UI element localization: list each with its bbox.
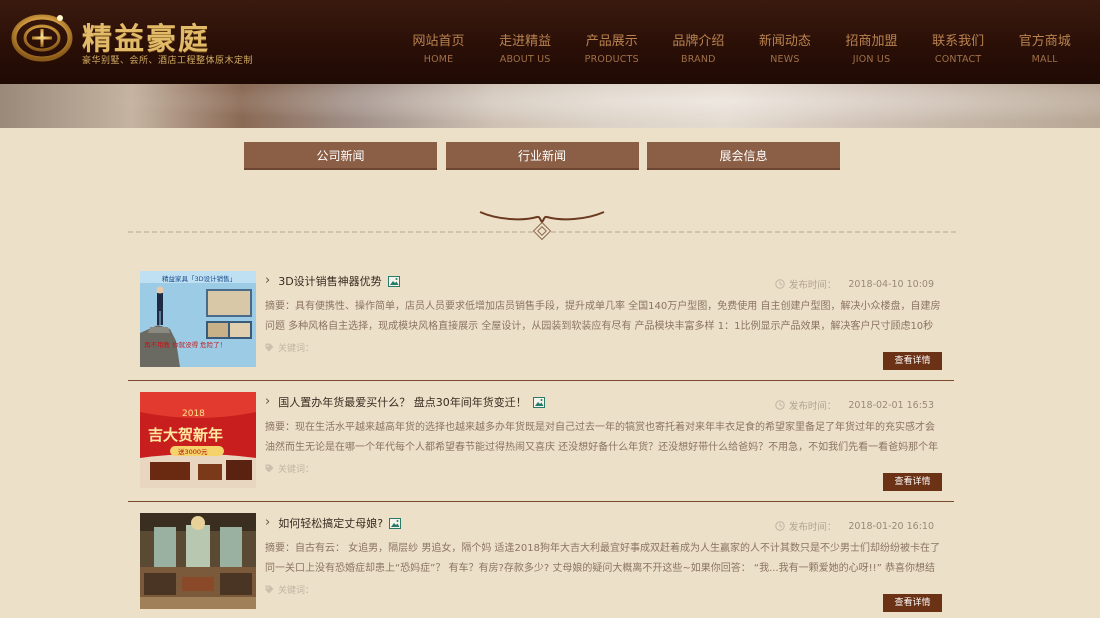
nav-label-cn: 产品展示 — [585, 34, 638, 49]
view-details-button[interactable]: 查看详情 — [883, 473, 942, 491]
nav-label-en: ABOUT US — [499, 54, 551, 65]
view-details-button[interactable]: 查看详情 — [883, 594, 942, 612]
thumb-caption-top: 精益家具「3D设计销售」 — [162, 274, 236, 283]
clock-icon — [775, 521, 785, 531]
date-label: 发布时间： — [788, 280, 837, 291]
clock-icon — [775, 400, 785, 410]
nav-products[interactable]: 产品展示 PRODUCTS — [568, 30, 655, 65]
date-label: 发布时间： — [788, 401, 837, 412]
nav-brand[interactable]: 品牌介绍 BRAND — [655, 30, 742, 65]
site-header: 精益豪庭 豪华别墅、会所、酒店工程整体原木定制 网站首页 HOME 走进精益 A… — [0, 0, 1100, 84]
news-summary: 摘要：具有便携性、操作简单，店员人员要求低增加店员销售手段，提升成单几率 全国1… — [265, 301, 941, 332]
news-item: › 如何轻松搞定丈母娘? 发布时间： 2018-01-20 16:10 摘要：自… — [128, 502, 954, 618]
brand-name: 精益豪庭 — [82, 22, 210, 57]
news-title-row: › 国人置办年货最爱买什么？ 盘点30年间年货变迁！ — [265, 394, 545, 410]
nav-label-en: MALL — [1031, 54, 1058, 65]
news-tags: 关键词： — [265, 583, 314, 596]
news-summary: 摘要：现在生活水平越来越高年货的选择也越来越多办年货既是对自己过去一年的犒赏也寄… — [265, 422, 939, 453]
publish-date: 发布时间： 2018-02-01 16:53 — [775, 398, 934, 412]
tags-label: 关键词： — [278, 586, 315, 596]
news-summary: 摘要：自古有云： 女追男，隔层纱 男追女，隔个妈 适逢2018狗年大吉大利最宜好… — [265, 543, 940, 574]
nav-label-cn: 官方商城 — [1018, 34, 1071, 49]
banner-image — [0, 84, 1100, 128]
news-title[interactable]: 如何轻松搞定丈母娘? — [278, 515, 383, 531]
chevron-right-icon: › — [265, 515, 271, 530]
tab-exhibition-info[interactable]: 展会信息 — [647, 142, 840, 170]
nav-label-en: HOME — [423, 54, 454, 65]
chevron-right-icon: › — [265, 273, 271, 288]
nav-home[interactable]: 网站首页 HOME — [395, 30, 482, 65]
logo-emblem-icon — [11, 14, 73, 62]
news-category-tabs: 公司新闻 行业新闻 展会信息 — [244, 142, 849, 170]
nav-label-cn: 招商加盟 — [845, 34, 898, 49]
date-value: 2018-01-20 16:10 — [848, 520, 934, 532]
news-thumbnail[interactable]: 精益家具「3D设计销售」 再不用教 你就没得 危险了！ — [140, 271, 256, 367]
news-thumbnail[interactable]: 2018 吉大贺新年 送3000元 — [140, 392, 256, 488]
date-value: 2018-02-01 16:53 — [848, 399, 934, 411]
clock-icon — [775, 279, 785, 289]
nav-label-en: PRODUCTS — [584, 54, 639, 65]
nav-label-en: NEWS — [770, 54, 800, 65]
thumb-caption-left: 再不用教 你就没得 危险了！ — [144, 340, 226, 349]
thumb-caption-top: 2018 — [182, 409, 205, 419]
news-list: 精益家具「3D设计销售」 再不用教 你就没得 危险了！ › 3D设计销售神器优势 — [128, 260, 954, 618]
chevron-right-icon: › — [265, 394, 271, 409]
nav-label-cn: 网站首页 — [412, 34, 465, 49]
tag-icon — [265, 585, 274, 594]
nav-label-en: JION US — [852, 54, 891, 65]
date-value: 2018-04-10 10:09 — [848, 278, 934, 290]
publish-date: 发布时间： 2018-01-20 16:10 — [775, 519, 934, 533]
thumb-caption-bottom: 送3000元 — [178, 447, 208, 456]
image-icon — [387, 275, 400, 287]
news-thumbnail[interactable] — [140, 513, 256, 609]
nav-label-cn: 走进精益 — [499, 34, 552, 49]
nav-contact[interactable]: 联系我们 CONTACT — [915, 30, 1002, 65]
news-item: 精益家具「3D设计销售」 再不用教 你就没得 危险了！ › 3D设计销售神器优势 — [128, 260, 954, 381]
tab-industry-news[interactable]: 行业新闻 — [445, 142, 639, 170]
news-title-row: › 如何轻松搞定丈母娘? — [265, 515, 402, 531]
nav-about[interactable]: 走进精益 ABOUT US — [482, 30, 569, 65]
nav-label-cn: 联系我们 — [932, 34, 985, 49]
image-icon — [532, 396, 545, 408]
thumb-caption-left: 吉大贺新年 — [148, 426, 223, 444]
tags-label: 关键词： — [278, 465, 315, 475]
news-item: 2018 吉大贺新年 送3000元 › 国人置办年货最爱买什么？ 盘点30年间年… — [128, 381, 954, 502]
news-title[interactable]: 3D设计销售神器优势 — [278, 273, 381, 289]
news-tags: 关键词： — [265, 462, 314, 475]
logo[interactable]: 精益豪庭 豪华别墅、会所、酒店工程整体原木定制 — [10, 8, 254, 76]
tab-company-news[interactable]: 公司新闻 — [244, 142, 437, 170]
date-label: 发布时间： — [788, 522, 837, 533]
ornament-divider — [128, 211, 956, 241]
image-icon — [389, 517, 402, 529]
tag-icon — [265, 343, 274, 352]
nav-mall[interactable]: 官方商城 MALL — [1001, 30, 1088, 65]
nav-join[interactable]: 招商加盟 JION US — [828, 30, 915, 65]
tag-icon — [265, 464, 274, 473]
nav-label-en: BRAND — [681, 54, 716, 65]
view-details-button[interactable]: 查看详情 — [883, 352, 942, 370]
brand-tagline: 豪华别墅、会所、酒店工程整体原木定制 — [82, 56, 254, 66]
main-nav: 网站首页 HOME 走进精益 ABOUT US 产品展示 PRODUCTS 品牌… — [395, 30, 1088, 65]
news-title-row: › 3D设计销售神器优势 — [265, 273, 400, 289]
nav-label-en: CONTACT — [934, 54, 982, 65]
nav-label-cn: 品牌介绍 — [672, 34, 725, 49]
news-tags: 关键词： — [265, 341, 314, 354]
publish-date: 发布时间： 2018-04-10 10:09 — [775, 277, 934, 291]
nav-label-cn: 新闻动态 — [758, 34, 811, 49]
nav-news[interactable]: 新闻动态 NEWS — [742, 30, 829, 65]
tags-label: 关键词： — [278, 344, 315, 354]
news-title[interactable]: 国人置办年货最爱买什么？ 盘点30年间年货变迁！ — [278, 394, 527, 410]
